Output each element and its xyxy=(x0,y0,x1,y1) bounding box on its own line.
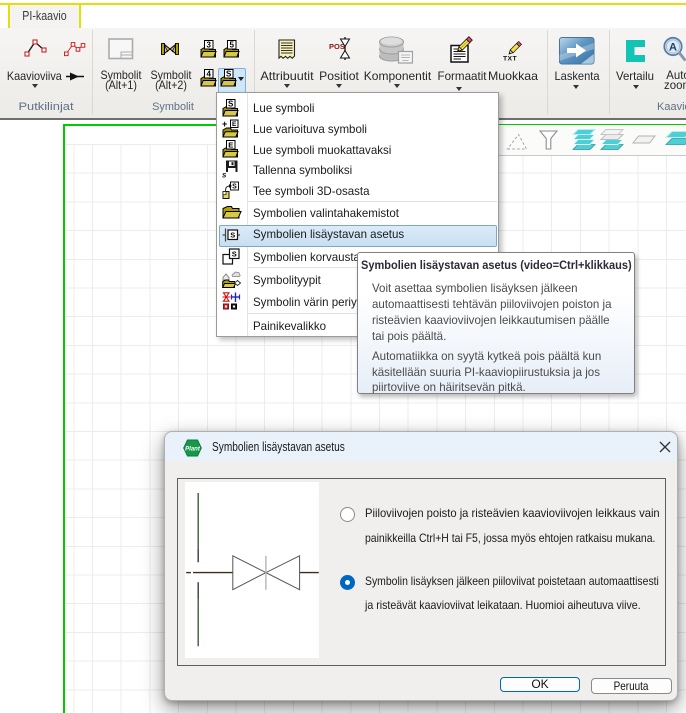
svg-text:4: 4 xyxy=(206,70,211,79)
svg-text:E: E xyxy=(228,141,233,150)
svg-text:+: + xyxy=(222,119,227,129)
svg-text:E: E xyxy=(232,121,237,128)
svg-text:A: A xyxy=(669,42,677,54)
svg-text:5: 5 xyxy=(229,41,234,50)
svg-text:s: s xyxy=(222,171,227,180)
svg-text:S: S xyxy=(226,70,232,79)
svg-text:Plant: Plant xyxy=(185,446,201,452)
svg-text:S: S xyxy=(232,184,237,191)
svg-text:S: S xyxy=(230,230,235,239)
svg-text:TXT: TXT xyxy=(503,56,517,63)
svg-text:POS: POS xyxy=(329,42,345,51)
svg-text:3: 3 xyxy=(206,41,211,50)
svg-text:S: S xyxy=(228,100,234,109)
svg-text:S: S xyxy=(232,250,237,259)
